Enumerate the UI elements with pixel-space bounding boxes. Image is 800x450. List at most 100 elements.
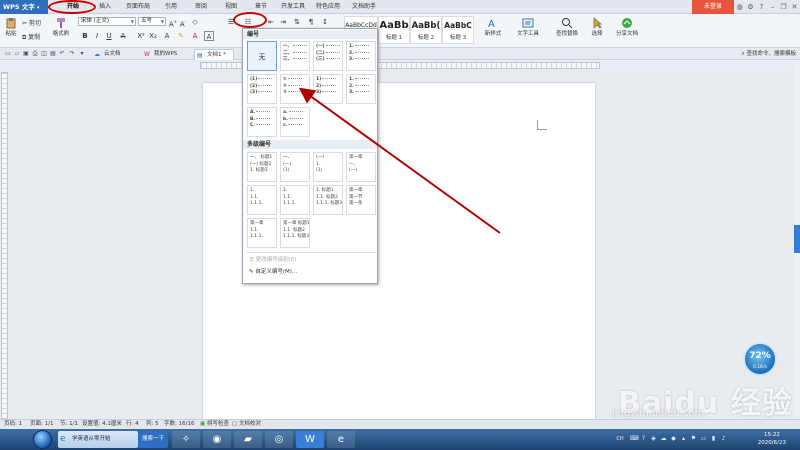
taskbar-search-button[interactable]: 搜索一下 bbox=[138, 431, 168, 448]
input-method-icon[interactable]: ⌨ bbox=[630, 435, 639, 443]
style-heading-2[interactable]: AaBb(标题 2 bbox=[410, 16, 442, 44]
chrome-icon[interactable]: ◉ bbox=[203, 431, 231, 448]
shrink-font-icon[interactable]: A- bbox=[178, 17, 188, 28]
minimize-icon[interactable]: – bbox=[767, 0, 778, 14]
print-icon[interactable]: ⎙ bbox=[31, 50, 39, 58]
multilevel-option-5[interactable]: 1. 1.1. 1.1.1. bbox=[247, 185, 277, 215]
spell-check-toggle[interactable]: ▣ 拼写检查 bbox=[200, 420, 229, 429]
numbering-option-arabic[interactable]: 1. 2. 3. bbox=[346, 41, 376, 71]
export-icon[interactable]: ▤ bbox=[49, 50, 57, 58]
tray-expand-icon[interactable]: ▴ bbox=[680, 435, 687, 443]
numbering-option-chinese-paren[interactable]: (一) (二) (三) bbox=[313, 41, 343, 71]
numbering-option-paren-arabic[interactable]: (1) (2) (3) bbox=[247, 74, 277, 104]
cut-button[interactable]: ✂ 剪切 bbox=[22, 18, 41, 27]
numbering-option-chinese[interactable]: 一、 二、 三、 bbox=[280, 41, 310, 71]
clock[interactable]: 15:22 2020/6/23 bbox=[758, 431, 786, 447]
text-tools-button[interactable]: 文字工具 bbox=[512, 17, 544, 37]
folder-icon[interactable]: ▰ bbox=[234, 431, 262, 448]
tab-doc-assistant[interactable]: 文档助手 bbox=[346, 0, 382, 14]
numbering-none[interactable]: 无 bbox=[247, 41, 277, 71]
network-icon[interactable]: ▮ bbox=[710, 435, 717, 443]
vertical-scrollbar[interactable] bbox=[794, 60, 800, 420]
char-border-icon[interactable]: A bbox=[204, 31, 214, 41]
tab-my-wps[interactable]: W 我的WPS bbox=[142, 49, 177, 60]
tab-references[interactable]: 引用 bbox=[156, 0, 186, 14]
multilevel-option-9[interactable]: 第一章 1.1. 1.1.1. bbox=[247, 218, 277, 248]
vertical-ruler[interactable] bbox=[1, 72, 8, 420]
format-painter-button[interactable]: 格式刷 bbox=[50, 17, 72, 37]
app-menu-button[interactable]: WPS 文字 ▾ bbox=[0, 0, 48, 14]
command-search[interactable]: ⌕ 查找命令、搜索模板 bbox=[742, 48, 796, 60]
help-icon[interactable]: ? bbox=[640, 435, 647, 443]
volume-icon[interactable]: ♪ bbox=[720, 435, 727, 443]
numbering-option-circled[interactable]: ①②③ bbox=[280, 74, 310, 104]
multilevel-option-10[interactable]: 第一章 标题1 1.1. 标题2 1.1.1. 标题3 bbox=[280, 218, 310, 248]
help-icon[interactable]: ? bbox=[756, 0, 767, 14]
line-spacing-icon[interactable]: ↕ bbox=[320, 17, 330, 27]
open-icon[interactable]: ▱ bbox=[13, 50, 21, 58]
share-doc-button[interactable]: 分享文档 bbox=[612, 17, 642, 37]
preview-icon[interactable]: ◫ bbox=[40, 50, 48, 58]
new-doc-icon[interactable]: ▭ bbox=[4, 50, 12, 58]
change-level-item[interactable]: ☰ 更改编号级别(E) bbox=[249, 255, 296, 265]
grow-font-icon[interactable]: A+ bbox=[168, 17, 178, 28]
numbering-option-arabic-alt[interactable]: 1. 2. 3. bbox=[346, 74, 376, 104]
start-button[interactable] bbox=[33, 430, 52, 449]
tab-review[interactable]: 审阅 bbox=[186, 0, 216, 14]
tab-document-1[interactable]: ▤ 文档1 * bbox=[194, 49, 234, 60]
network-speed-widget[interactable]: 72% 0.1K/s bbox=[743, 342, 777, 376]
font-color-icon[interactable]: A bbox=[190, 31, 200, 41]
multilevel-option-1[interactable]: 一、 标题1 (一) 标题2 1. 标题3 bbox=[247, 152, 277, 182]
subscript-icon[interactable]: X₂ bbox=[148, 31, 158, 41]
login-button[interactable]: 未登录 bbox=[692, 0, 734, 14]
font-size-select[interactable]: 五号 ▼ bbox=[138, 17, 166, 26]
style-heading-1[interactable]: AaBb 标题 1 bbox=[378, 16, 410, 44]
sort-icon[interactable]: ⇅ bbox=[292, 17, 302, 27]
undo-icon[interactable]: ↶ bbox=[58, 50, 66, 58]
tab-developer[interactable]: 开发工具 bbox=[276, 0, 310, 14]
wps-writer-icon[interactable]: W bbox=[296, 431, 324, 448]
redo-icon[interactable]: ↷ bbox=[68, 50, 76, 58]
cloud-icon[interactable]: ☁ bbox=[660, 435, 667, 443]
decrease-indent-icon[interactable]: ⇤ bbox=[266, 17, 276, 27]
multilevel-option-6[interactable]: 1. 1.1. 1.1.1. bbox=[280, 185, 310, 215]
flag-icon[interactable]: ⚑ bbox=[690, 435, 697, 443]
new-style-button[interactable]: A 新样式 bbox=[480, 17, 506, 37]
numbering-option-half-paren[interactable]: 1) 2) 3) bbox=[313, 74, 343, 104]
close-icon[interactable]: ✕ bbox=[789, 0, 800, 14]
security-icon[interactable]: ◈ bbox=[650, 435, 657, 443]
underline-icon[interactable]: U bbox=[104, 31, 114, 41]
multilevel-option-7[interactable]: 1. 标题1 1.1. 标题2 1.1.1. 标题3 bbox=[313, 185, 343, 215]
bold-icon[interactable]: B bbox=[80, 31, 90, 41]
save-icon[interactable]: ▣ bbox=[22, 50, 30, 58]
multilevel-option-8[interactable]: 第一章 第一节 第一条 bbox=[346, 185, 376, 215]
customize-icon[interactable]: ▾ bbox=[78, 50, 86, 58]
skin-icon[interactable]: ◍ bbox=[734, 0, 745, 14]
multilevel-option-2[interactable]: 一、 (一) (1) bbox=[280, 152, 310, 182]
copy-button[interactable]: ⧉ 复制 bbox=[22, 32, 40, 42]
proofread-toggle[interactable]: ▢ 文档校对 bbox=[232, 420, 261, 429]
scrollbar-thumb[interactable] bbox=[794, 225, 800, 253]
clear-format-icon[interactable]: ◇ bbox=[190, 17, 200, 27]
restore-icon[interactable]: ❐ bbox=[778, 0, 789, 14]
gear-icon[interactable]: ⚙ bbox=[745, 0, 756, 14]
numbering-option-upper-alpha[interactable]: A. B. C. bbox=[247, 107, 277, 137]
numbering-option-lower-alpha[interactable]: a. b. c. bbox=[280, 107, 310, 137]
network-drive-icon[interactable]: ✧ bbox=[172, 431, 200, 448]
superscript-icon[interactable]: X² bbox=[136, 31, 146, 41]
multilevel-option-3[interactable]: (一) 1. (1) bbox=[313, 152, 343, 182]
multilevel-option-4[interactable]: 第一章 一、 (一) bbox=[346, 152, 376, 182]
tab-cloud-docs[interactable]: ☁ 云文档 bbox=[92, 49, 121, 60]
font-name-select[interactable]: 宋体 (正文) ▼ bbox=[78, 17, 136, 26]
find-replace-button[interactable]: 查找替换 bbox=[552, 17, 582, 37]
strikethrough-icon[interactable]: A bbox=[118, 31, 128, 41]
increase-indent-icon[interactable]: ⇥ bbox=[278, 17, 288, 27]
italic-icon[interactable]: I bbox=[92, 31, 102, 41]
taskbar-ie-window[interactable]: e 学英语从零开始 bbox=[58, 431, 138, 448]
highlight-icon[interactable]: ✎ bbox=[176, 31, 186, 41]
ie-browser-icon[interactable]: e bbox=[327, 431, 355, 448]
select-button[interactable]: 选择 bbox=[586, 17, 608, 37]
tab-page-layout[interactable]: 页面布局 bbox=[120, 0, 156, 14]
app-tray-icon[interactable]: ◆ bbox=[670, 435, 677, 443]
paste-button[interactable]: 粘贴 bbox=[3, 17, 19, 37]
